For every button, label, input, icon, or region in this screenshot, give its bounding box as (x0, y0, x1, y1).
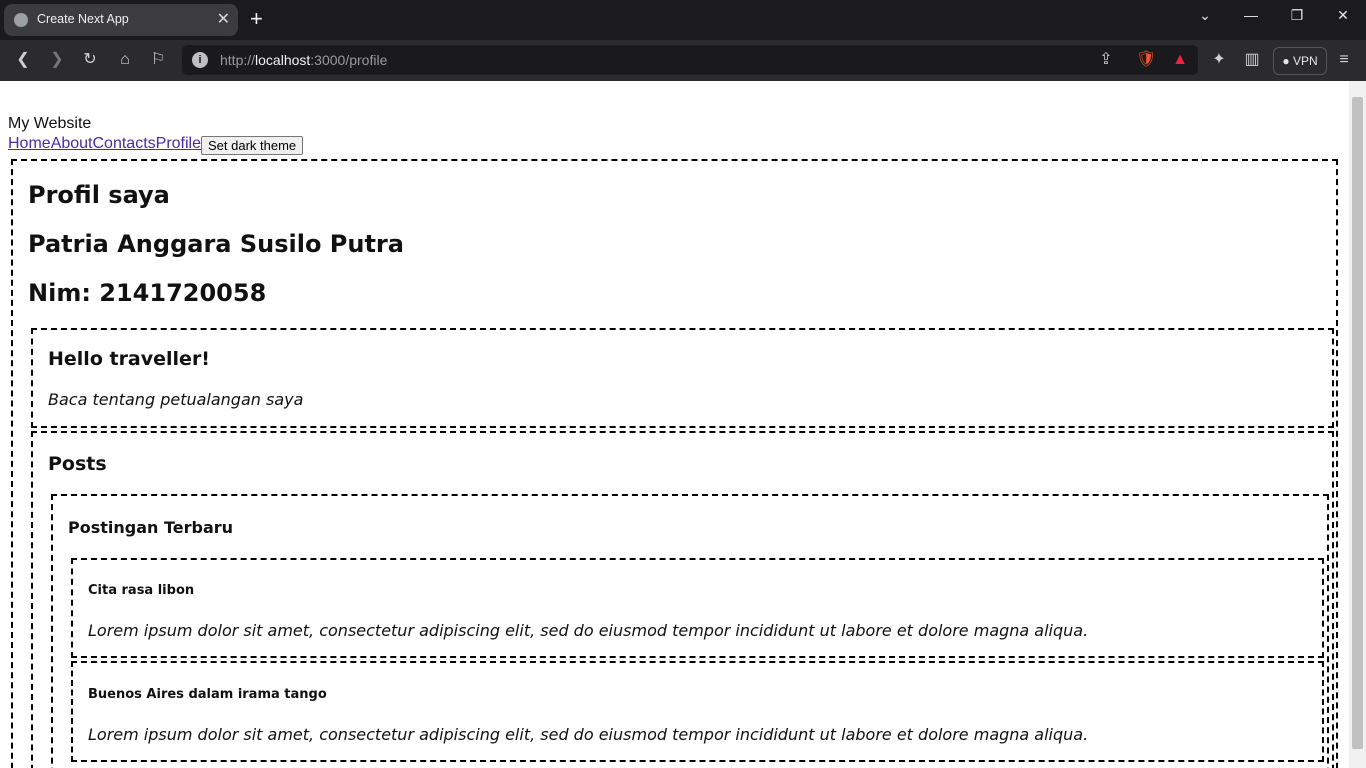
bookmark-icon[interactable]: ⚐ (148, 50, 168, 70)
tab-title: Create Next App (37, 12, 129, 26)
close-window-icon[interactable]: ✕ (1320, 0, 1366, 30)
dark-theme-button[interactable]: Set dark theme (201, 136, 304, 155)
nav-home[interactable]: Home (8, 135, 51, 152)
info-icon[interactable]: i (192, 52, 208, 68)
globe-icon (14, 13, 28, 27)
close-icon[interactable]: ✕ (217, 10, 230, 30)
chevron-down-icon[interactable]: ⌄ (1182, 0, 1228, 30)
post-card (71, 661, 1324, 762)
reload-icon[interactable]: ↻ (80, 50, 100, 70)
post-title: Buenos Aires dalam irama tango (88, 687, 327, 702)
scrollbar-thumb[interactable] (1352, 97, 1363, 749)
greeting-title: Hello traveller! (48, 348, 210, 370)
browser-tab[interactable]: Create Next App ✕ (4, 4, 238, 36)
profile-nim: Nim: 2141720058 (28, 279, 267, 307)
url-text[interactable]: http://localhost:3000/profile (220, 52, 387, 68)
vpn-button[interactable]: ● VPN (1273, 47, 1327, 75)
greeting-text: Baca tentang petualangan saya (48, 390, 304, 409)
restore-icon[interactable]: ❐ (1274, 0, 1320, 30)
site-title: My Website (8, 115, 92, 132)
page-scrollbar[interactable] (1349, 81, 1366, 768)
tab-bar: Create Next App ✕ + ⌄ — ❐ ✕ (0, 0, 1366, 40)
main-nav: HomeAboutContactsProfile Set dark theme (8, 135, 304, 155)
latest-posts-title: Postingan Terbaru (68, 518, 234, 537)
nav-profile[interactable]: Profile (156, 135, 201, 152)
profile-name: Patria Anggara Susilo Putra (28, 230, 404, 258)
share-icon[interactable]: ⇪ (1096, 50, 1116, 70)
sidebar-icon[interactable]: ▥ (1242, 50, 1262, 70)
browser-toolbar: ❮ ❯ ↻ ⌂ ⚐ i http://localhost:3000/profil… (0, 40, 1366, 81)
post-body: Lorem ipsum dolor sit amet, consectetur … (88, 621, 1089, 640)
post-card (71, 558, 1324, 658)
home-icon[interactable]: ⌂ (115, 50, 135, 70)
nav-about[interactable]: About (51, 135, 93, 152)
posts-title: Posts (48, 453, 107, 475)
post-body: Lorem ipsum dolor sit amet, consectetur … (88, 725, 1089, 744)
menu-icon[interactable]: ≡ (1334, 50, 1354, 70)
rewards-icon[interactable]: ▲ (1170, 50, 1190, 70)
forward-icon[interactable]: ❯ (47, 50, 67, 70)
brave-icon[interactable]: 🛡 (1136, 50, 1156, 70)
address-bar[interactable]: i http://localhost:3000/profile ⇪ 🛡 ▲ (182, 45, 1198, 75)
minimize-icon[interactable]: — (1228, 0, 1274, 30)
back-icon[interactable]: ❮ (13, 50, 33, 70)
nav-contacts[interactable]: Contacts (93, 135, 156, 152)
greeting-card (31, 328, 1334, 428)
extensions-icon[interactable]: ✦ (1209, 50, 1229, 70)
profile-heading: Profil saya (28, 181, 170, 209)
post-title: Cita rasa libon (88, 583, 195, 598)
plus-icon[interactable]: + (250, 8, 263, 30)
page-viewport: My Website HomeAboutContactsProfile Set d… (0, 81, 1349, 768)
